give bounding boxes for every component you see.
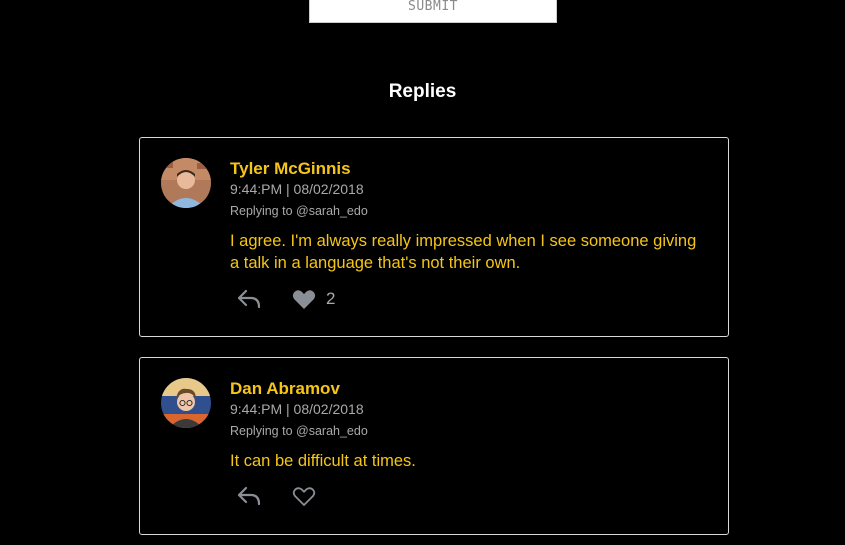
replies-heading: Replies xyxy=(388,81,457,102)
like-count: 2 xyxy=(326,289,336,308)
replying-to: Replying to @sarah_edo xyxy=(230,424,368,438)
timestamp: 9:44:PM | 08/02/2018 xyxy=(230,181,364,197)
reply-card: Dan Abramov 9:44:PM | 08/02/2018 Replyin… xyxy=(139,357,729,535)
reply-text: I agree. I'm always really impressed whe… xyxy=(230,232,697,272)
submit-button[interactable]: SUBMIT xyxy=(309,0,557,23)
reply-actions xyxy=(236,485,326,507)
reply-text: It can be difficult at times. xyxy=(230,452,416,470)
author-name[interactable]: Tyler McGinnis xyxy=(230,159,351,179)
heart-outline-icon xyxy=(292,486,316,506)
like-button[interactable] xyxy=(292,486,326,507)
avatar[interactable] xyxy=(161,378,211,428)
replying-to: Replying to @sarah_edo xyxy=(230,204,368,218)
reply-button[interactable] xyxy=(236,288,262,310)
author-name[interactable]: Dan Abramov xyxy=(230,379,340,399)
reply-button[interactable] xyxy=(236,485,262,507)
reply-actions: 2 xyxy=(236,288,335,310)
reply-icon xyxy=(237,289,261,309)
reply-icon xyxy=(237,486,261,506)
like-button[interactable]: 2 xyxy=(292,289,335,310)
timestamp: 9:44:PM | 08/02/2018 xyxy=(230,401,364,417)
reply-card: Tyler McGinnis 9:44:PM | 08/02/2018 Repl… xyxy=(139,137,729,337)
page: SUBMIT Replies Tyler McGinnis 9:44:PM | … xyxy=(0,0,845,545)
heart-filled-icon xyxy=(292,289,316,309)
avatar[interactable] xyxy=(161,158,211,208)
